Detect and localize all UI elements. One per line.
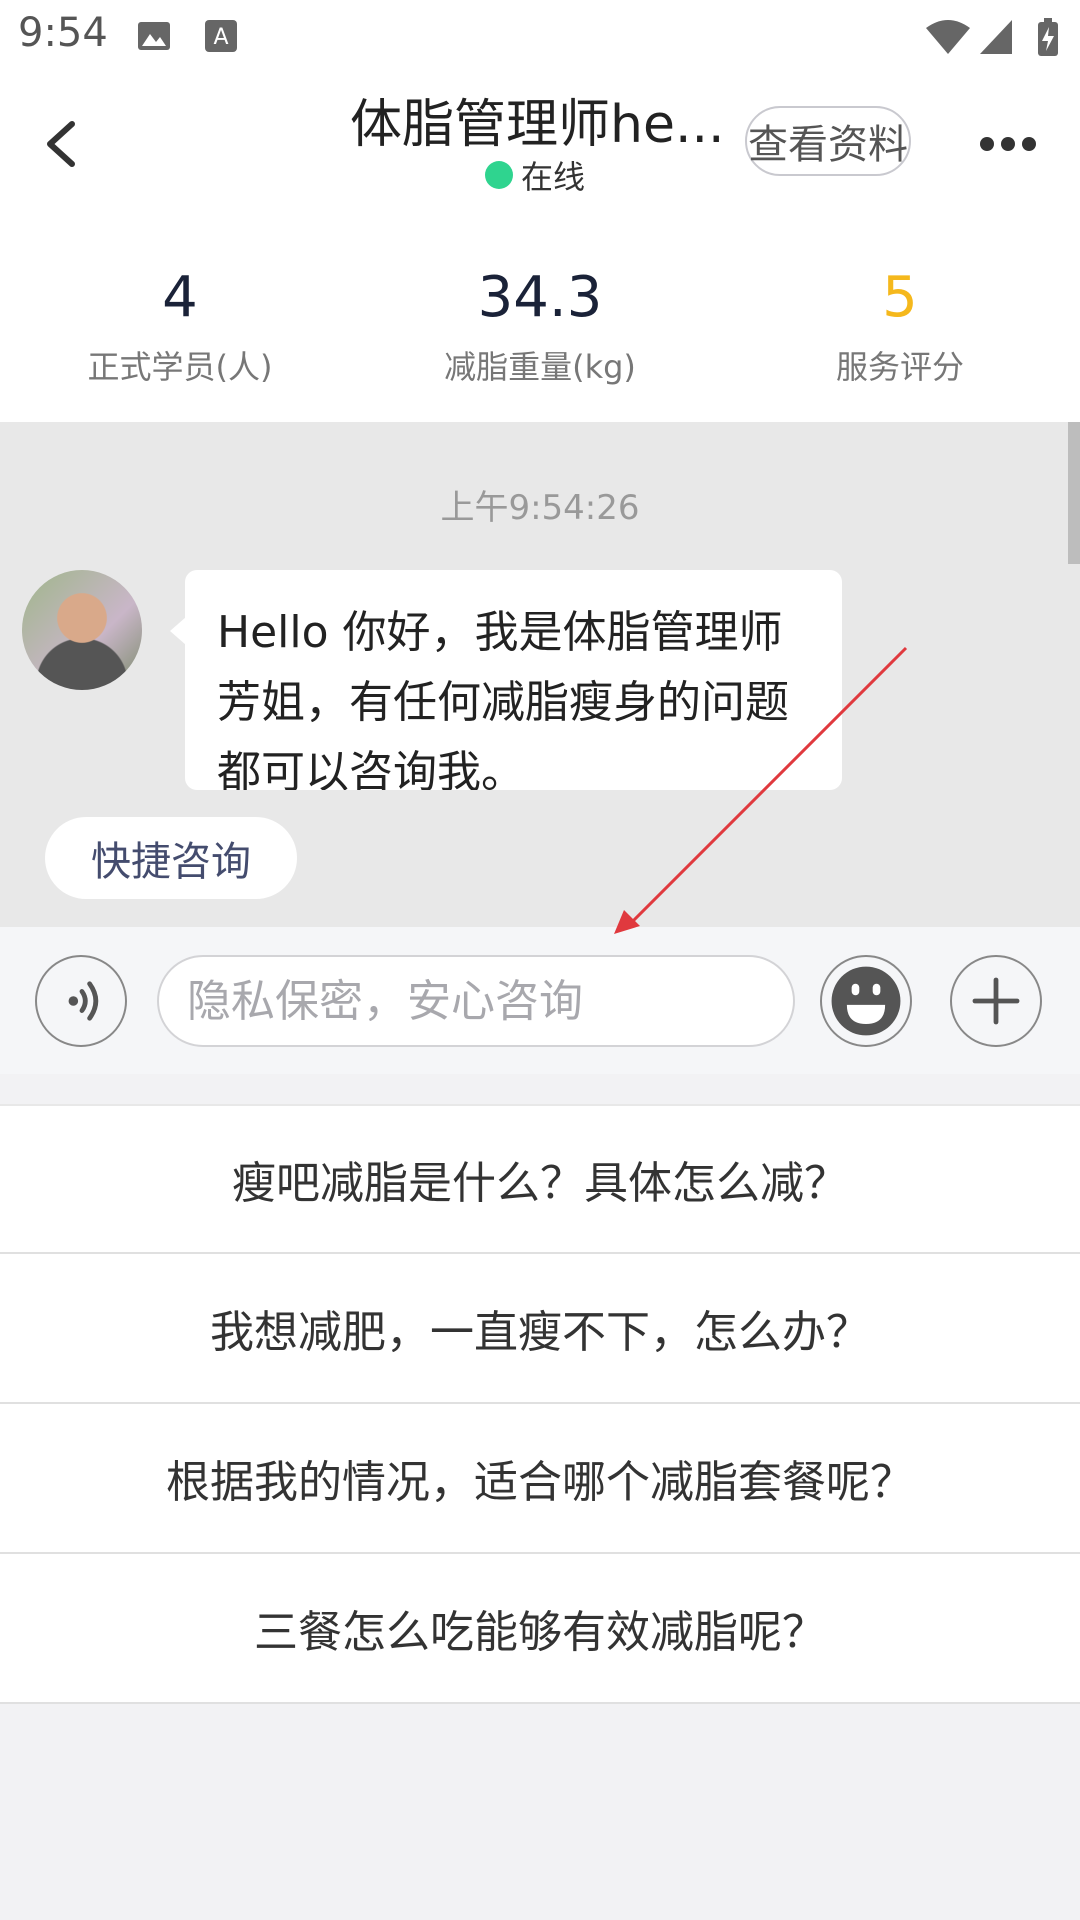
stat-value: 5 bbox=[882, 265, 918, 330]
message-text: Hello 你好，我是体脂管理师芳姐，有任何减脂瘦身的问题都可以咨询我。 bbox=[217, 607, 789, 790]
stat-value: 4 bbox=[162, 265, 198, 330]
stats-panel: 4 正式学员(人) 34.3 减脂重量(kg) 5 服务评分 bbox=[0, 222, 1080, 422]
avatar[interactable] bbox=[22, 570, 142, 690]
chat-header: 体脂管理师he... 在线 查看资料 bbox=[0, 72, 1080, 222]
wifi-icon bbox=[926, 20, 970, 54]
more-options-icon[interactable] bbox=[980, 132, 1036, 156]
online-status-label: 在线 bbox=[521, 158, 586, 196]
keyboard-a-icon: A bbox=[205, 20, 237, 52]
svg-text:A: A bbox=[213, 25, 228, 50]
online-dot-icon bbox=[485, 161, 513, 189]
quick-question-item[interactable]: 瘦吧减脂是什么？具体怎么减？ bbox=[0, 1104, 1080, 1254]
plus-icon[interactable] bbox=[950, 955, 1042, 1047]
bubble-tail bbox=[170, 617, 186, 645]
signal-icon bbox=[980, 20, 1012, 54]
stat-label: 服务评分 bbox=[835, 348, 964, 386]
gallery-icon bbox=[138, 22, 170, 50]
online-status: 在线 bbox=[485, 152, 585, 198]
stat-rating: 5 服务评分 bbox=[750, 262, 1050, 388]
stat-value: 34.3 bbox=[477, 265, 603, 330]
stat-label: 正式学员(人) bbox=[87, 348, 273, 386]
status-bar: 9:54 A bbox=[0, 0, 1080, 72]
voice-icon[interactable] bbox=[35, 955, 127, 1047]
stat-weight-lost: 34.3 减脂重量(kg) bbox=[390, 262, 690, 388]
message-input[interactable] bbox=[157, 955, 795, 1047]
stat-students: 4 正式学员(人) bbox=[30, 262, 330, 388]
battery-icon bbox=[1038, 18, 1058, 56]
message-bubble[interactable]: Hello 你好，我是体脂管理师芳姐，有任何减脂瘦身的问题都可以咨询我。 bbox=[185, 570, 842, 790]
quick-consult-button[interactable]: 快捷咨询 bbox=[45, 817, 297, 899]
page-title: 体脂管理师he... bbox=[350, 95, 725, 155]
chat-area[interactable]: 上午9:54:26 Hello 你好，我是体脂管理师芳姐，有任何减脂瘦身的问题都… bbox=[0, 422, 1080, 927]
quick-questions-list: 瘦吧减脂是什么？具体怎么减？ 我想减肥，一直瘦不下，怎么办？ 根据我的情况，适合… bbox=[0, 1104, 1080, 1704]
quick-question-item[interactable]: 三餐怎么吃能够有效减脂呢？ bbox=[0, 1554, 1080, 1704]
message-timestamp: 上午9:54:26 bbox=[440, 488, 640, 528]
status-time: 9:54 bbox=[18, 10, 108, 56]
stat-label: 减脂重量(kg) bbox=[444, 348, 636, 386]
back-icon[interactable] bbox=[34, 114, 94, 174]
quick-question-item[interactable]: 我想减肥，一直瘦不下，怎么办？ bbox=[0, 1254, 1080, 1404]
emoji-icon[interactable] bbox=[820, 955, 912, 1047]
input-bar bbox=[0, 927, 1080, 1074]
quick-question-item[interactable]: 根据我的情况，适合哪个减脂套餐呢？ bbox=[0, 1404, 1080, 1554]
view-profile-button[interactable]: 查看资料 bbox=[745, 106, 911, 176]
